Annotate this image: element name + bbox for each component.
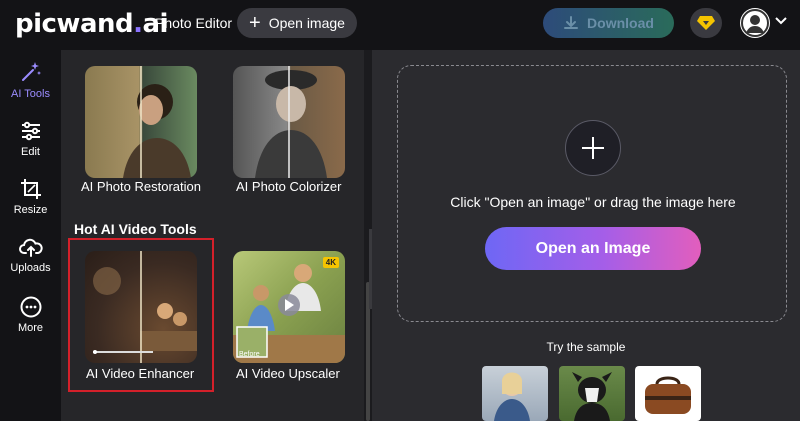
main-canvas-area: Click "Open an image" or drag the image … (372, 50, 800, 421)
logo-dot: . (133, 9, 143, 39)
tool-label: AI Photo Restoration (81, 179, 201, 194)
top-bar: picwand.ai Photo Editor + Open image Dow… (0, 0, 800, 50)
download-icon (564, 16, 579, 29)
open-an-image-button[interactable]: Open an Image (485, 227, 701, 270)
sidebar-item-ai-tools[interactable]: AI Tools (0, 60, 61, 100)
add-image-button[interactable] (565, 120, 621, 176)
sidebar-item-resize[interactable]: Resize (0, 178, 61, 216)
user-avatar[interactable] (740, 8, 770, 38)
sidebar: AI Tools Edit Resize Uploads More (0, 50, 61, 421)
premium-button[interactable] (690, 8, 722, 38)
logo[interactable]: picwand.ai (15, 9, 168, 39)
video-upscaler-thumbnail[interactable]: 4K Before (233, 251, 345, 363)
open-image-label: Open image (268, 15, 345, 31)
section-title: Hot AI Video Tools (74, 221, 197, 237)
photo-restoration-thumbnail[interactable] (85, 66, 197, 178)
sidebar-item-label: Edit (21, 146, 40, 158)
drop-instructions: Click "Open an image" or drag the image … (450, 194, 736, 210)
app-name: Photo Editor (155, 15, 233, 31)
sidebar-item-uploads[interactable]: Uploads (0, 236, 61, 274)
sliders-icon (21, 121, 40, 141)
download-label: Download (587, 15, 654, 31)
sidebar-item-label: Uploads (10, 262, 51, 274)
sidebar-item-label: More (17, 322, 44, 334)
before-label: Before (239, 351, 260, 358)
try-sample-label: Try the sample (546, 340, 626, 354)
woman-image (494, 372, 530, 421)
download-button[interactable]: Download (543, 8, 674, 38)
more-dots-icon (20, 296, 41, 318)
dinner-scene-image (93, 251, 197, 363)
open-image-button[interactable]: + Open image (237, 8, 357, 38)
sidebar-item-more[interactable]: More (0, 296, 61, 334)
image-dropzone[interactable]: Click "Open an image" or drag the image … (397, 65, 787, 322)
sample-image-dog[interactable] (559, 366, 625, 421)
plus-icon (582, 137, 604, 159)
crop-icon (20, 179, 41, 199)
photo-colorizer-thumbnail[interactable] (233, 66, 345, 178)
ai-tools-panel: AI Photo Restoration AI Photo Colorizer … (61, 50, 364, 421)
sidebar-item-label: AI Tools (11, 88, 50, 100)
plus-icon: + (249, 12, 261, 34)
chevron-down-icon[interactable] (774, 16, 788, 26)
tool-label: AI Video Enhancer (86, 366, 195, 381)
tool-label: AI Photo Colorizer (236, 179, 342, 194)
portrait-image (123, 66, 191, 178)
bag-image (645, 376, 691, 414)
user-icon (741, 9, 769, 37)
video-enhancer-thumbnail[interactable] (85, 251, 197, 363)
sample-image-woman[interactable] (482, 366, 548, 421)
diamond-icon (697, 16, 715, 30)
sidebar-item-label: Resize (13, 204, 48, 216)
old-man-image (255, 66, 327, 178)
app-root: picwand.ai Photo Editor + Open image Dow… (0, 0, 800, 421)
sparkle-wand-icon (21, 62, 41, 81)
dog-image (572, 372, 612, 421)
sample-image-bag[interactable] (635, 366, 701, 421)
sidebar-item-edit[interactable]: Edit (0, 120, 61, 158)
logo-text: picwand (15, 9, 134, 39)
4k-badge: 4K (322, 257, 339, 268)
tool-label: AI Video Upscaler (236, 366, 340, 381)
cloud-upload-icon (18, 238, 43, 257)
